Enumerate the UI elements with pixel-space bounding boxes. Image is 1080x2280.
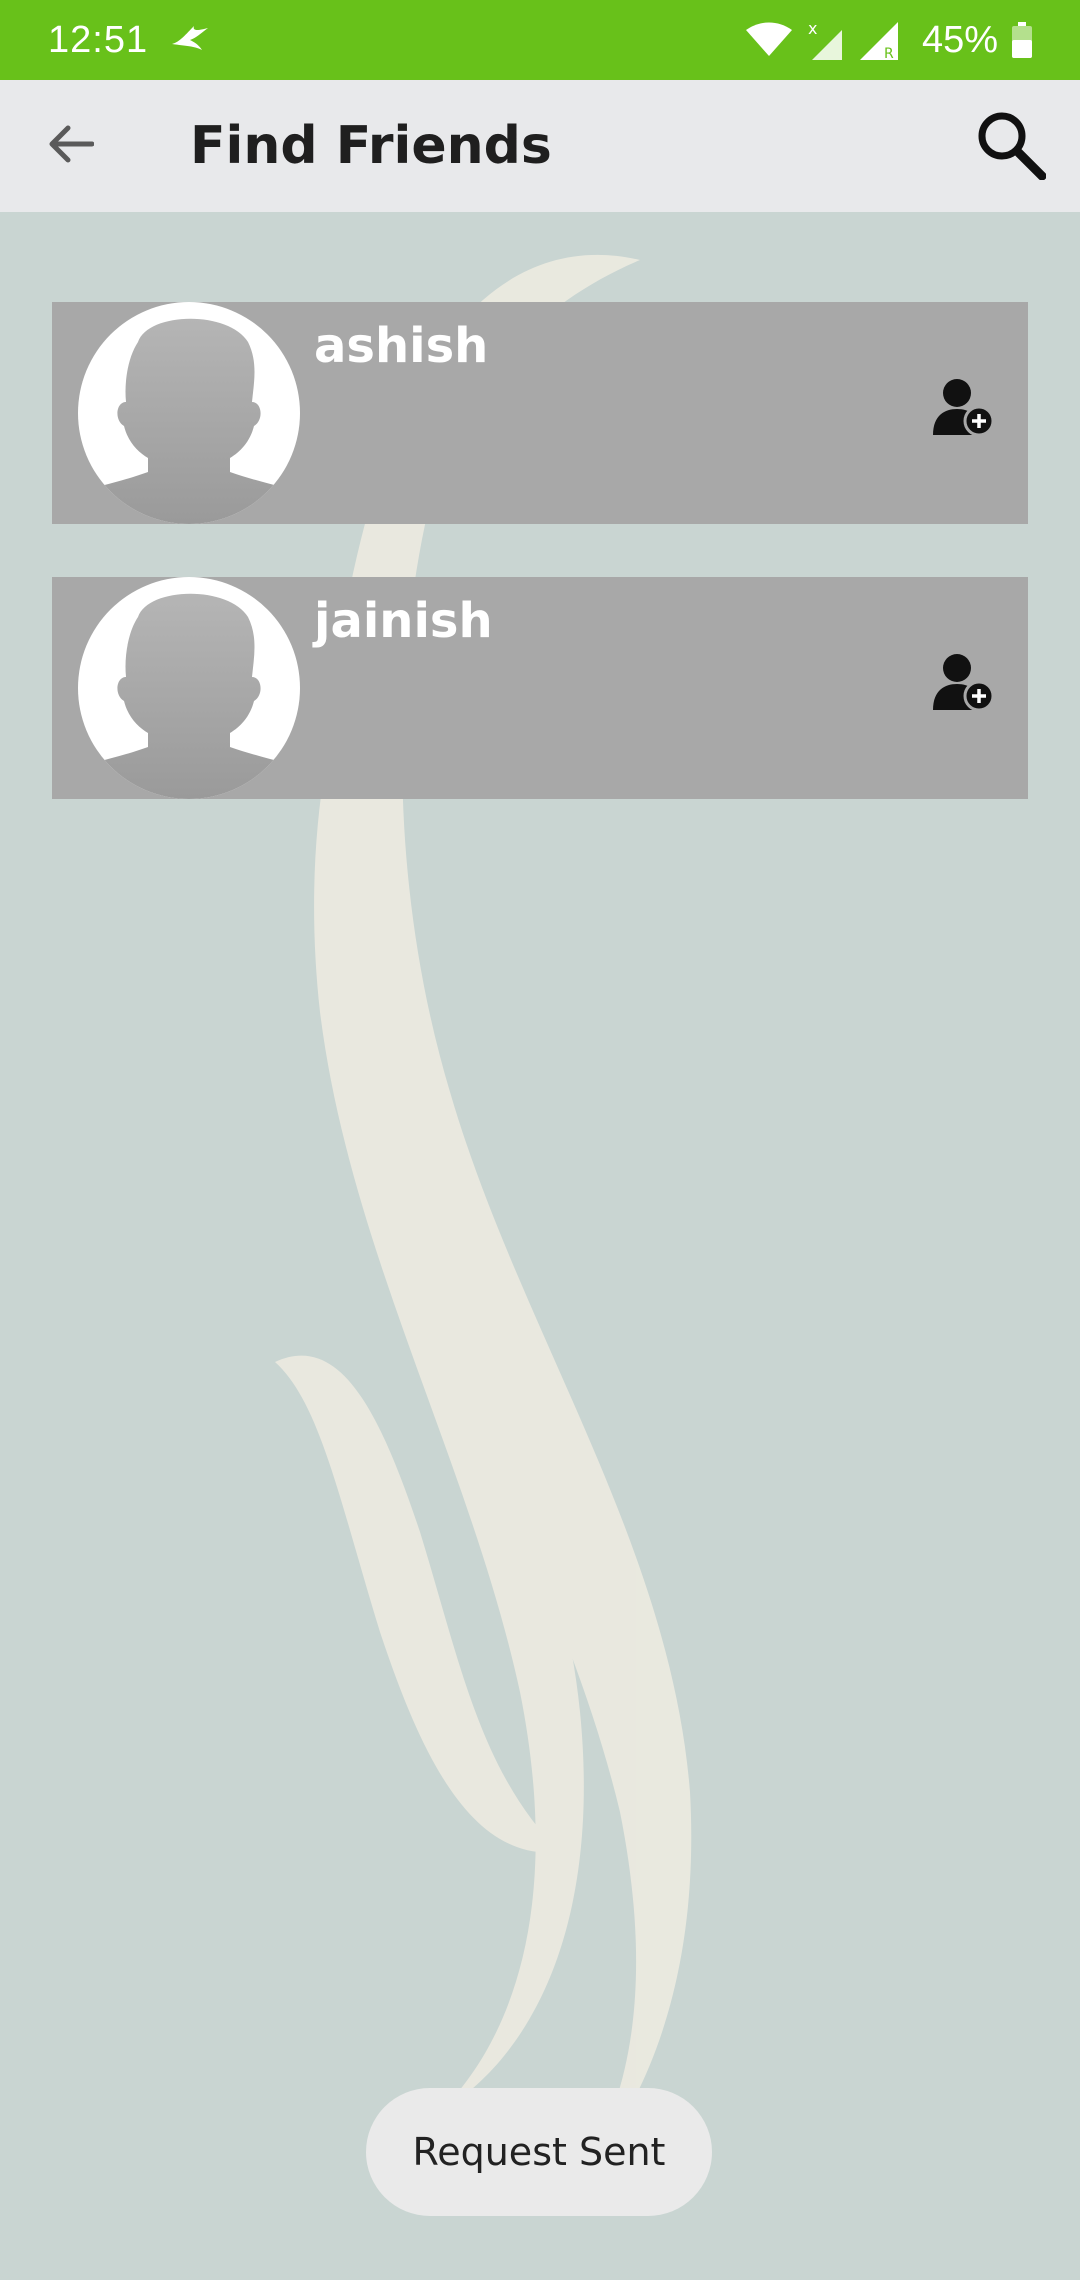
default-avatar-icon bbox=[78, 318, 300, 524]
page-title: Find Friends bbox=[190, 116, 552, 176]
messenger-bird-icon bbox=[170, 19, 210, 62]
friend-name: jainish bbox=[314, 593, 493, 649]
avatar bbox=[78, 302, 300, 524]
status-right: x R 45% bbox=[745, 18, 1032, 62]
search-icon bbox=[974, 108, 1047, 185]
add-friend-icon bbox=[929, 375, 999, 450]
signal-x-icon: x bbox=[806, 20, 846, 60]
add-friend-button[interactable] bbox=[914, 362, 1014, 462]
friend-item-ashish[interactable]: ashish bbox=[52, 302, 1028, 524]
friend-item-jainish[interactable]: jainish bbox=[52, 577, 1028, 799]
add-friend-icon bbox=[929, 650, 999, 725]
battery-icon bbox=[1012, 22, 1032, 58]
signal-roaming-icon: R bbox=[859, 20, 900, 60]
arrow-back-icon bbox=[46, 124, 95, 169]
app-bar: Find Friends bbox=[0, 80, 1080, 212]
search-button[interactable] bbox=[940, 80, 1080, 212]
default-avatar-icon bbox=[78, 593, 300, 799]
friend-name: ashish bbox=[314, 318, 489, 374]
status-bar: 12:51 x R 45% bbox=[0, 0, 1080, 80]
status-time: 12:51 bbox=[48, 18, 149, 61]
battery-percentage: 45% bbox=[921, 18, 998, 61]
back-button[interactable] bbox=[0, 80, 140, 212]
avatar bbox=[78, 577, 300, 799]
toast-message: Request Sent bbox=[366, 2088, 712, 2216]
wifi-icon bbox=[745, 22, 792, 58]
svg-text:R: R bbox=[884, 46, 894, 60]
svg-text:x: x bbox=[808, 20, 817, 38]
status-left: 12:51 bbox=[48, 19, 210, 62]
add-friend-button[interactable] bbox=[914, 637, 1014, 737]
